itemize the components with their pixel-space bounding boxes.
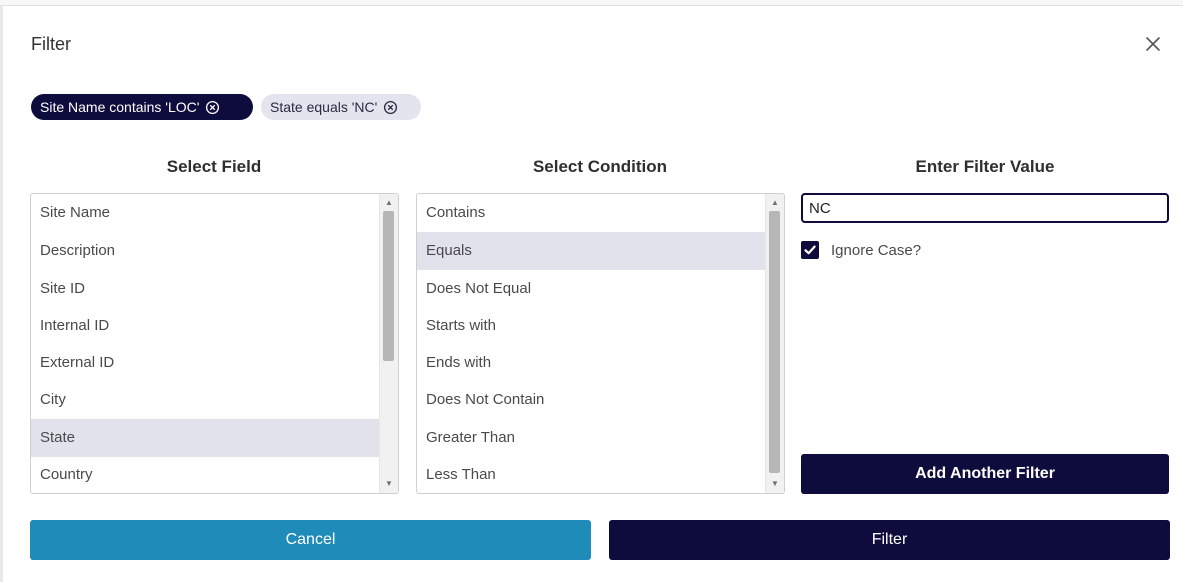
condition-option-selected[interactable]: Equals [417, 232, 766, 270]
scroll-down-arrow-icon[interactable]: ▼ [770, 479, 780, 489]
field-option-selected[interactable]: State [31, 419, 380, 457]
checkmark-icon [804, 245, 816, 255]
field-listbox[interactable]: Site Name Description Site ID Internal I… [30, 193, 399, 494]
filter-chip-state[interactable]: State equals 'NC' [261, 94, 421, 120]
condition-option[interactable]: Greater Than [417, 419, 766, 457]
field-option[interactable]: External ID [31, 344, 380, 382]
circle-x-icon[interactable] [383, 100, 398, 115]
filter-chip-site-name[interactable]: Site Name contains 'LOC' [31, 94, 253, 120]
condition-option[interactable]: Starts with [417, 307, 766, 345]
scroll-up-arrow-icon[interactable]: ▲ [770, 198, 780, 208]
background-table-strip [0, 0, 1183, 6]
field-option[interactable]: Site Name [31, 194, 380, 232]
field-option[interactable]: Country [31, 456, 380, 493]
select-field-heading: Select Field [166, 157, 262, 176]
scroll-down-arrow-icon[interactable]: ▼ [384, 479, 394, 489]
ignore-case-checkbox[interactable] [801, 241, 819, 259]
condition-option[interactable]: Less Than [417, 456, 766, 493]
field-option[interactable]: Description [31, 232, 380, 270]
close-button[interactable] [1142, 33, 1164, 55]
condition-option[interactable]: Contains [417, 194, 766, 232]
scroll-up-arrow-icon[interactable]: ▲ [384, 198, 394, 208]
condition-option[interactable]: Does Not Equal [417, 270, 766, 308]
field-option[interactable]: Internal ID [31, 307, 380, 345]
field-scrollbar[interactable]: ▲ ▼ [379, 194, 398, 493]
condition-listbox[interactable]: Contains Equals Does Not Equal Starts wi… [416, 193, 785, 494]
condition-option[interactable]: Does Not Contain [417, 381, 766, 419]
dialog-title: Filter [31, 34, 71, 54]
field-option[interactable]: City [31, 381, 380, 419]
field-option[interactable]: Site ID [31, 270, 380, 308]
add-another-filter-button[interactable]: Add Another Filter [801, 454, 1169, 494]
filter-chip-label: State equals 'NC' [270, 99, 378, 115]
condition-scroll-thumb[interactable] [769, 211, 780, 473]
ignore-case-row[interactable]: Ignore Case? [801, 241, 921, 259]
select-condition-heading: Select Condition [532, 157, 668, 176]
field-scroll-thumb[interactable] [383, 211, 394, 361]
close-icon [1146, 37, 1160, 51]
filter-value-input[interactable] [801, 193, 1169, 223]
condition-scrollbar[interactable]: ▲ ▼ [765, 194, 784, 493]
filter-button[interactable]: Filter [609, 520, 1170, 560]
ignore-case-label: Ignore Case? [831, 241, 922, 259]
background-edge [0, 6, 3, 582]
circle-x-icon[interactable] [205, 100, 220, 115]
condition-option[interactable]: Ends with [417, 344, 766, 382]
filter-value-heading: Enter Filter Value [915, 157, 1055, 176]
filter-chip-label: Site Name contains 'LOC' [40, 99, 200, 115]
cancel-button[interactable]: Cancel [30, 520, 591, 560]
active-filters: Site Name contains 'LOC' State equals 'N… [31, 94, 421, 120]
